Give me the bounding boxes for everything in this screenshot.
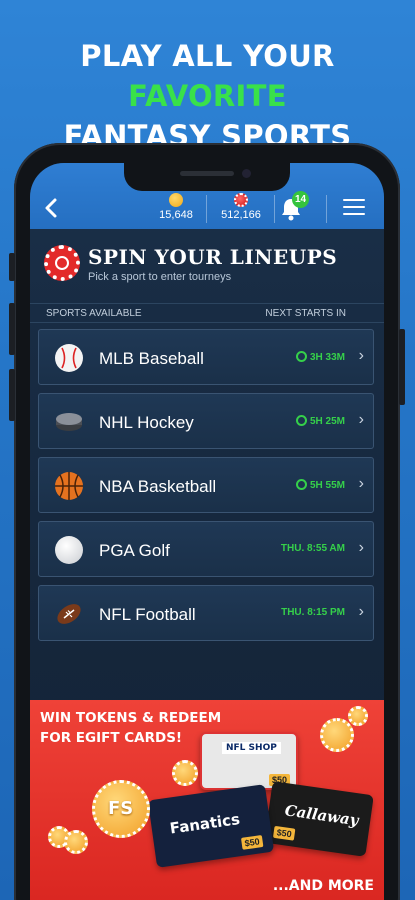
hero-title: SPIN YOUR LINEUPS [88, 245, 338, 269]
banner-line1: WIN TOKENS & REDEEM [40, 710, 222, 726]
sport-name: NBA Basketball [99, 477, 217, 496]
small-token-icon [64, 830, 88, 854]
hockey-puck-icon [55, 408, 83, 436]
and-more-text: ...AND MORE [272, 878, 374, 894]
tokens-balance[interactable]: 15,648 [148, 193, 204, 221]
egift-promo-banner[interactable]: WIN TOKENS & REDEEM FOR EGIFT CARDS! NFL… [30, 700, 384, 900]
sport-name: PGA Golf [99, 541, 170, 560]
hero-section: SPIN YOUR LINEUPS Pick a sport to enter … [30, 229, 384, 299]
basketball-icon [55, 472, 83, 500]
chevron-right-icon: › [358, 475, 364, 492]
sport-row-nhl[interactable]: NHL Hockey 5H 25M › [38, 393, 374, 449]
tokens-value: 15,648 [159, 209, 193, 221]
chips-value: 512,166 [221, 209, 261, 221]
small-token-icon [172, 760, 198, 786]
back-button[interactable] [42, 197, 66, 221]
sport-list: MLB Baseball 3H 33M › NHL Hockey 5H 25M … [38, 329, 374, 649]
fanatics-card-price: $50 [240, 835, 264, 850]
small-token-icon [320, 718, 354, 752]
sport-name: NFL Football [99, 605, 196, 624]
start-time: 3H 33M [295, 351, 345, 363]
volume-up-button [9, 303, 15, 355]
start-time: 5H 25M [295, 415, 345, 427]
sport-row-nba[interactable]: NBA Basketball 5H 55M › [38, 457, 374, 513]
menu-button[interactable] [343, 199, 365, 217]
nfl-shop-label: NFL SHOP [222, 742, 281, 754]
column-headers: SPORTS AVAILABLE NEXT STARTS IN [30, 303, 384, 323]
promo-headline: PLAY ALL YOUR FAVORITE FANTASY SPORTS [0, 36, 415, 156]
baseball-icon [55, 344, 83, 372]
clock-icon [295, 479, 307, 490]
promo-line1-b: FAVORITE [128, 79, 287, 113]
sports-available-header: SPORTS AVAILABLE [46, 308, 142, 319]
small-token-icon [348, 706, 368, 726]
chevron-right-icon: › [358, 539, 364, 556]
sport-row-pga[interactable]: PGA Golf THU. 8:55 AM › [38, 521, 374, 577]
chevron-left-icon [45, 198, 57, 218]
callaway-label: Callaway [283, 801, 360, 830]
start-time: THU. 8:55 AM [280, 543, 345, 554]
nfl-shop-card: NFL SHOP $50 [200, 732, 298, 790]
chevron-right-icon: › [358, 603, 364, 620]
fanatics-label: Fanatics [168, 810, 241, 838]
next-starts-header: NEXT STARTS IN [265, 308, 346, 319]
golf-ball-icon [55, 536, 83, 564]
fs-token-icon: FS [92, 780, 150, 838]
callaway-card-price: $50 [272, 825, 296, 841]
sport-name: NHL Hockey [99, 413, 194, 432]
mute-switch [9, 253, 15, 281]
start-time: THU. 8:15 PM [281, 607, 345, 618]
clock-icon [295, 415, 307, 426]
notification-badge: 14 [292, 191, 309, 208]
fs-token-label: FS [108, 798, 134, 819]
sport-row-nfl[interactable]: NFL Football THU. 8:15 PM › [38, 585, 374, 641]
chip-coin-icon [234, 193, 248, 207]
chips-balance[interactable]: 512,166 [210, 193, 272, 221]
notch [124, 163, 290, 191]
poker-chip-icon [44, 245, 80, 281]
start-time: 5H 55M [295, 479, 345, 491]
hero-subtitle: Pick a sport to enter tourneys [88, 271, 232, 283]
power-button [399, 329, 405, 405]
callaway-card: Callaway $50 [264, 781, 374, 857]
football-icon [55, 600, 83, 628]
promo-line1-a: PLAY ALL YOUR [80, 39, 335, 73]
token-coin-icon [169, 193, 183, 207]
chevron-right-icon: › [358, 347, 364, 364]
app-screen: 15,648 512,166 14 SPIN YOUR LINEUPS Pick… [30, 163, 384, 900]
banner-line2: FOR EGIFT CARDS! [40, 730, 183, 746]
clock-icon [295, 351, 307, 362]
sport-row-mlb[interactable]: MLB Baseball 3H 33M › [38, 329, 374, 385]
phone-frame: 15,648 512,166 14 SPIN YOUR LINEUPS Pick… [9, 143, 405, 900]
chevron-right-icon: › [358, 411, 364, 428]
fanatics-card: Fanatics $50 [147, 784, 275, 868]
sport-name: MLB Baseball [99, 349, 204, 368]
volume-down-button [9, 369, 15, 421]
